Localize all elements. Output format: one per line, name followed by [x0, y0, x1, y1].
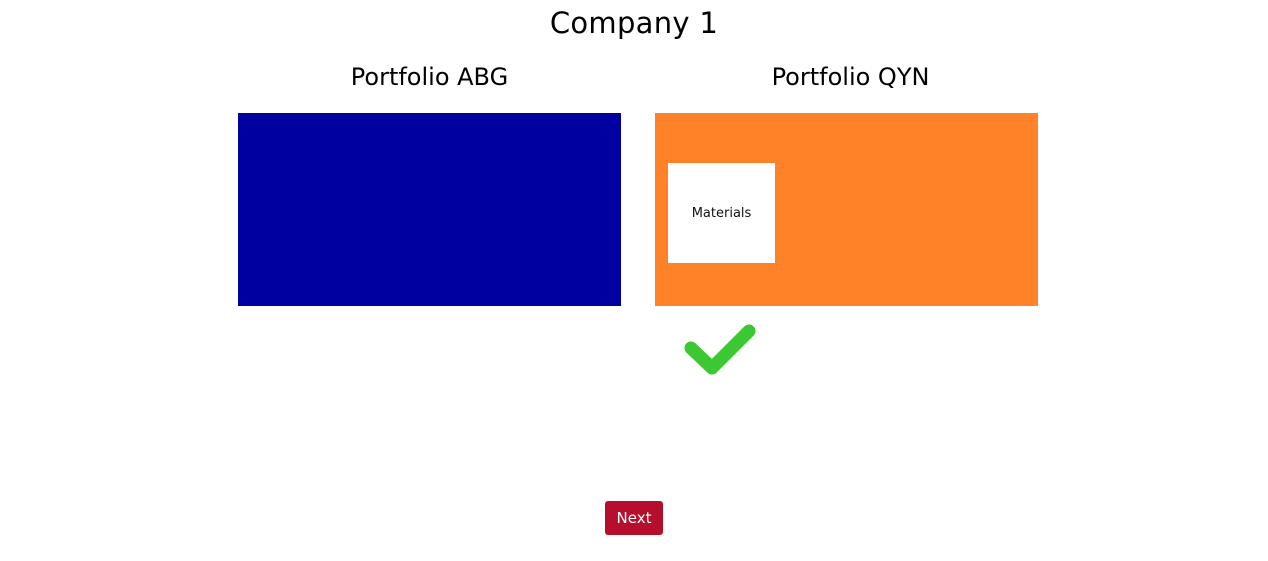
portfolio-title-abg: Portfolio ABG [350, 63, 509, 91]
page: Company 1 Portfolio ABG Portfolio QYN Ma… [0, 0, 1268, 561]
next-button[interactable]: Next [605, 501, 663, 535]
portfolio-title-qyn: Portfolio QYN [771, 63, 930, 91]
page-title: Company 1 [549, 6, 719, 40]
portfolio-box-abg[interactable] [238, 113, 621, 306]
sector-card-label: Materials [691, 205, 752, 221]
sector-card[interactable]: Materials [668, 163, 775, 263]
portfolio-box-qyn[interactable]: Materials [655, 113, 1038, 306]
checkmark-icon [684, 324, 756, 375]
